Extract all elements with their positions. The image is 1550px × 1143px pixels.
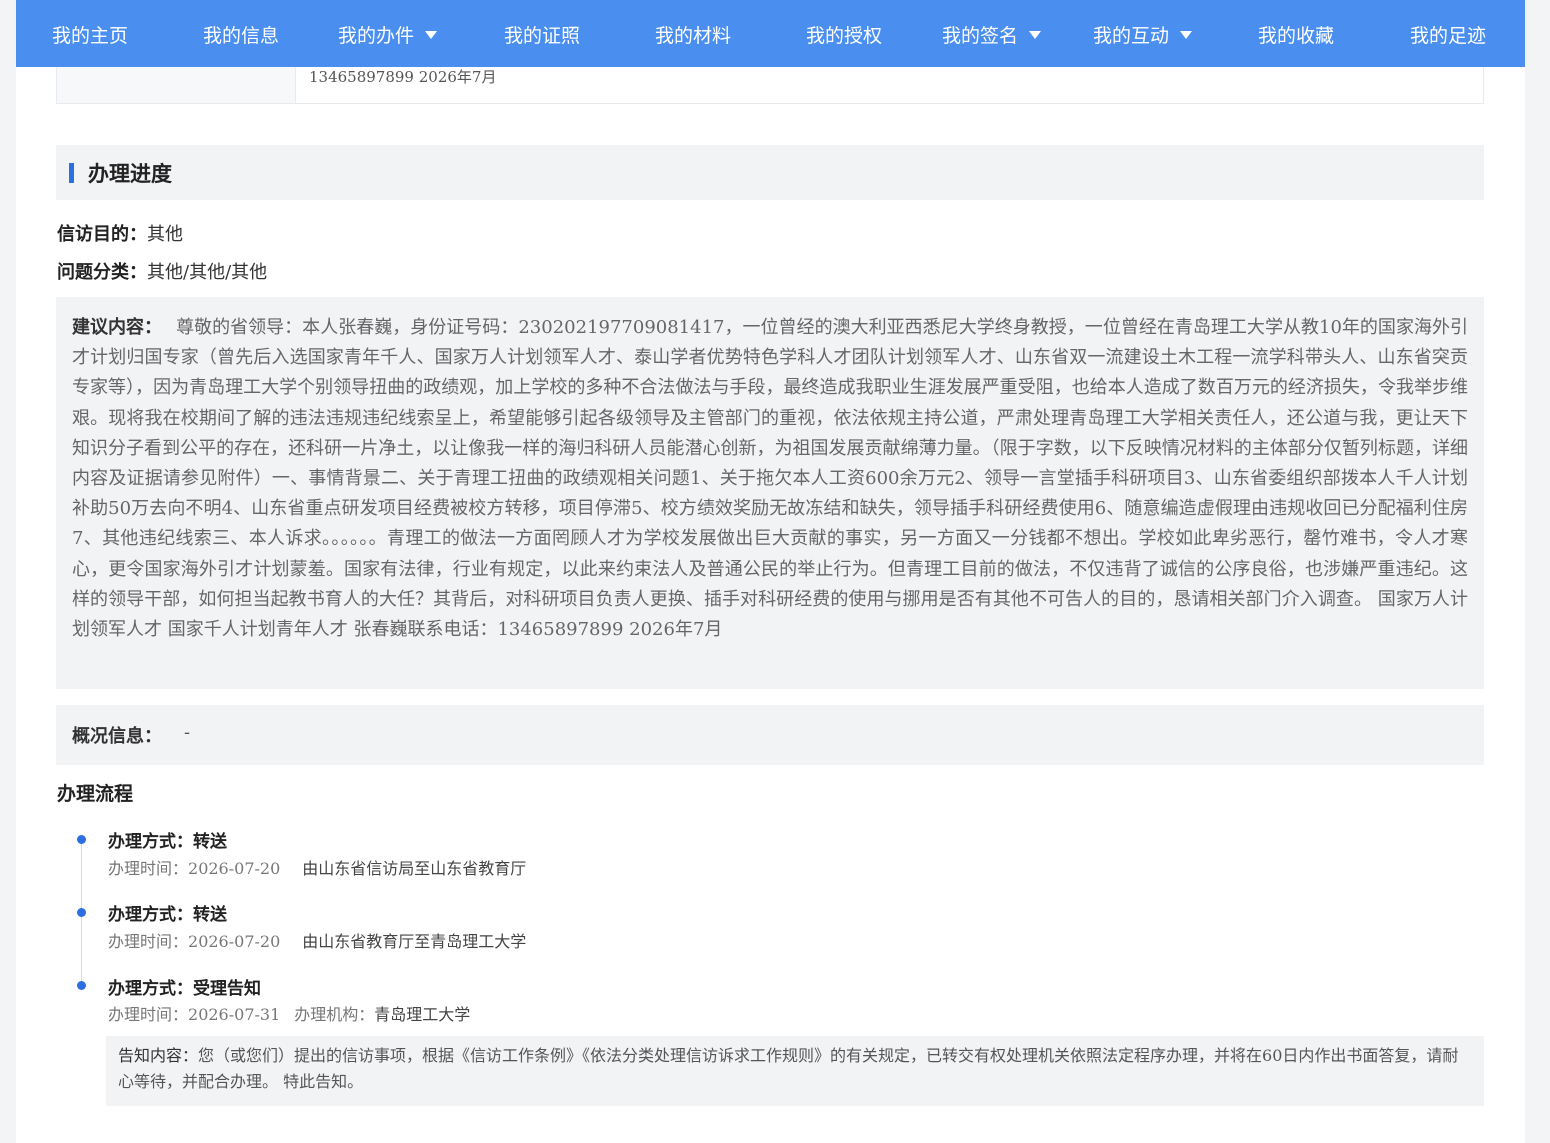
step-time-value: 2026-07-20 — [188, 932, 281, 951]
step-org-label: 办理机构： — [294, 1005, 375, 1024]
overview-label: 概况信息： — [72, 726, 162, 747]
step-time: 办理时间：2026-07-20 由山东省信访局至山东省教育厅 — [108, 855, 526, 879]
caret-down-icon — [1029, 31, 1042, 39]
nav-item-my-signatures[interactable]: 我的签名 — [942, 0, 1042, 67]
step-org-value: 青岛理工大学 — [374, 1005, 471, 1024]
step-time-label: 办理时间： — [108, 859, 189, 878]
step-method: 办理方式：转送 — [108, 832, 227, 852]
nav-item-label: 我的互动 — [1093, 25, 1170, 47]
step-time-value: 2026-07-31 — [188, 1005, 281, 1024]
nav-item-label: 我的主页 — [52, 25, 129, 47]
nav-item-label: 我的授权 — [806, 25, 883, 47]
nav-item-label: 我的办件 — [338, 25, 415, 47]
purpose-label: 信访目的： — [57, 224, 147, 245]
timeline-dot-icon — [77, 908, 86, 917]
top-navigation-bar: 我的主页 我的信息 我的办件 我的证照 我的材料 我的授权 我的签名 我的互动 … — [16, 0, 1525, 67]
suggestion-label: 建议内容： — [72, 317, 163, 338]
step-time-value: 2026-07-20 — [188, 859, 281, 878]
nav-item-home[interactable]: 我的主页 — [52, 0, 128, 67]
section-title: 办理进度 — [88, 161, 172, 186]
category-label: 问题分类： — [57, 262, 147, 283]
notice-label: 告知内容： — [118, 1046, 199, 1065]
nav-item-label: 我的证照 — [504, 25, 581, 47]
step-description: 由山东省信访局至山东省教育厅 — [302, 859, 527, 878]
caret-down-icon — [1180, 31, 1193, 39]
nav-item-my-interactions[interactable]: 我的互动 — [1093, 0, 1193, 67]
progress-section-header: 办理进度 — [56, 145, 1484, 200]
timeline-dot-icon — [77, 981, 86, 990]
step-method: 办理方式：受理告知 — [108, 979, 261, 999]
category-value: 其他/其他/其他 — [147, 262, 268, 283]
nav-item-my-licenses[interactable]: 我的证照 — [504, 0, 580, 67]
flow-title: 办理流程 — [57, 783, 134, 805]
nav-item-label: 我的信息 — [203, 25, 280, 47]
info-table-value: 13465897899 2026年7月 — [309, 68, 497, 86]
step-method: 办理方式：转送 — [108, 905, 227, 925]
suggestion-content-box: 建议内容： 尊敬的省领导：本人张春巍，身份证号码：2302021977090814… — [56, 297, 1484, 689]
purpose-field: 信访目的：其他 — [57, 220, 183, 246]
step-time-label: 办理时间： — [108, 932, 189, 951]
notice-text: 您（或您们）提出的信访事项，根据《信访工作条例》《依法分类处理信访诉求工作规则》… — [118, 1046, 1459, 1091]
step-time: 办理时间：2026-07-20 由山东省教育厅至青岛理工大学 — [108, 928, 526, 952]
nav-item-label: 我的收藏 — [1258, 25, 1335, 47]
overview-box: 概况信息： - — [56, 705, 1484, 765]
nav-item-my-info[interactable]: 我的信息 — [203, 0, 279, 67]
step-time-label: 办理时间： — [108, 1005, 189, 1024]
nav-item-label: 我的材料 — [655, 25, 732, 47]
notice-content-box: 告知内容：您（或您们）提出的信访事项，根据《信访工作条例》《依法分类处理信访诉求… — [106, 1036, 1484, 1106]
suggestion-text: 尊敬的省领导：本人张春巍，身份证号码：230202197709081417，一位… — [72, 317, 1468, 641]
step-time: 办理时间：2026-07-31 办理机构：青岛理工大学 — [108, 1001, 470, 1025]
overview-value: - — [184, 722, 191, 743]
nav-item-my-favorites[interactable]: 我的收藏 — [1258, 0, 1334, 67]
nav-item-label: 我的足迹 — [1410, 25, 1487, 47]
nav-item-my-authorizations[interactable]: 我的授权 — [806, 0, 882, 67]
timeline-dot-icon — [77, 835, 86, 844]
caret-down-icon — [425, 31, 438, 39]
section-accent-bar — [69, 163, 74, 183]
nav-item-my-materials[interactable]: 我的材料 — [655, 0, 731, 67]
nav-item-label: 我的签名 — [942, 25, 1019, 47]
nav-item-my-footprints[interactable]: 我的足迹 — [1410, 0, 1486, 67]
nav-item-my-cases[interactable]: 我的办件 — [338, 0, 438, 67]
step-description: 由山东省教育厅至青岛理工大学 — [302, 932, 527, 951]
purpose-value: 其他 — [147, 224, 183, 245]
category-field: 问题分类：其他/其他/其他 — [57, 258, 267, 284]
